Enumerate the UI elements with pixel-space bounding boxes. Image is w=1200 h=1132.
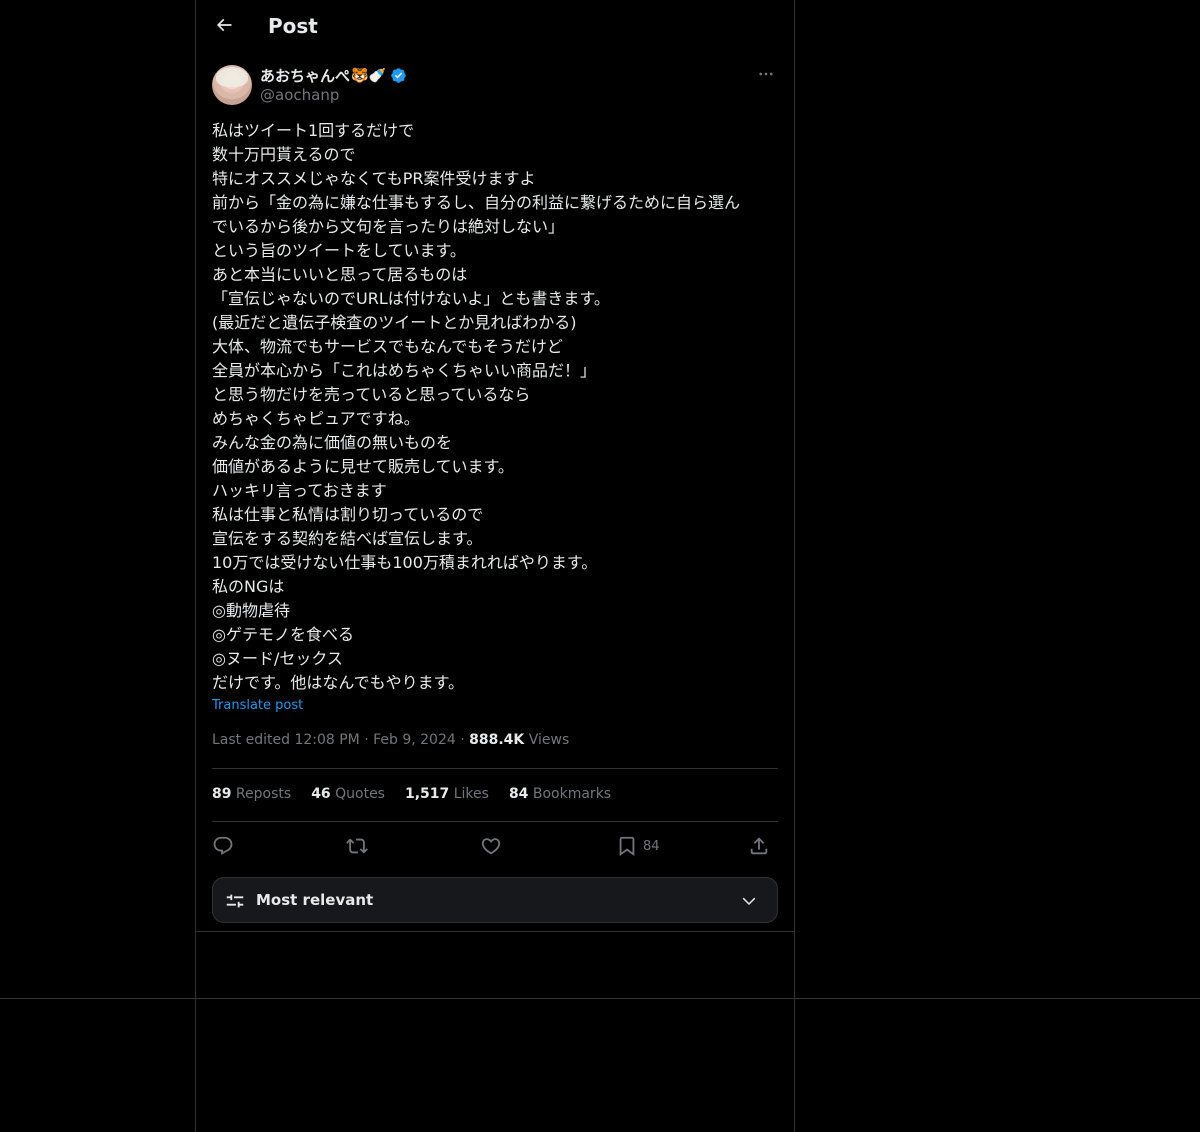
verified-badge-icon [390,67,407,84]
display-name-emoji: 🐯🍼 [351,67,386,84]
page: Post あおちゃんぺ 🐯🍼 @aochanp 私はツイート1回するだけで 数十… [0,0,1200,1132]
reply-button[interactable] [212,834,234,858]
bookmarks-label: Bookmarks [528,786,612,802]
share-button[interactable] [748,834,770,858]
likes-count: 1,517 [404,786,450,802]
divider [212,821,778,822]
divider [212,768,778,769]
sort-replies-dropdown[interactable]: Most relevant [212,877,778,923]
views-label: Views [524,732,570,748]
back-button[interactable] [208,11,240,43]
arrow-left-icon [214,15,234,39]
display-name-text: あおちゃんぺ [260,67,351,85]
avatar[interactable] [212,65,252,105]
sliders-icon [224,890,246,916]
page-title: Post [268,14,318,38]
likes-label: Likes [449,786,489,802]
post-author: あおちゃんぺ 🐯🍼 @aochanp [212,64,778,108]
bookmarks-count: 84 [508,786,529,802]
post-text: 私はツイート1回するだけで 数十万円貰えるので 特にオススメじゃなくてもPR案件… [212,121,741,692]
reposts-label: Reposts [231,786,292,802]
repost-button[interactable] [346,834,368,858]
bookmark-button[interactable]: 84 [616,834,660,858]
reply-icon [212,835,234,857]
post-meta: Last edited 12:08 PM · Feb 9, 2024 · 888… [212,732,569,748]
quotes-label: Quotes [330,786,385,802]
translate-post-link[interactable]: Translate post [212,698,303,713]
likes-stat[interactable]: 1,517 Likes [405,786,489,802]
action-bar: 84 [212,830,778,862]
quotes-count: 46 [311,786,331,802]
reposts-stat[interactable]: 89 Reposts [212,786,291,802]
views-count: 888.4K [469,732,525,748]
page-header: Post [196,0,794,54]
like-button[interactable] [480,834,502,858]
post-column: Post あおちゃんぺ 🐯🍼 @aochanp 私はツイート1回するだけで 数十… [195,0,795,1132]
post-stats: 89 Reposts 46 Quotes 1,517 Likes 84 Book… [212,786,631,802]
share-icon [748,835,770,857]
sort-label: Most relevant [256,891,374,909]
chevron-down-icon [739,892,759,914]
more-dots-icon [757,65,775,87]
reposts-count: 89 [212,786,232,802]
post-timestamp[interactable]: Last edited 12:08 PM · Feb 9, 2024 · [212,732,469,748]
author-handle[interactable]: @aochanp [260,86,339,104]
bookmarks-stat[interactable]: 84 Bookmarks [509,786,611,802]
bookmark-icon [616,835,638,857]
bookmark-count: 84 [643,838,660,854]
quotes-stat[interactable]: 46 Quotes [311,786,385,802]
repost-icon [346,835,368,857]
section-divider [195,931,795,932]
display-name[interactable]: あおちゃんぺ 🐯🍼 [260,65,407,86]
more-options-button[interactable] [754,64,778,88]
heart-icon [480,835,502,857]
